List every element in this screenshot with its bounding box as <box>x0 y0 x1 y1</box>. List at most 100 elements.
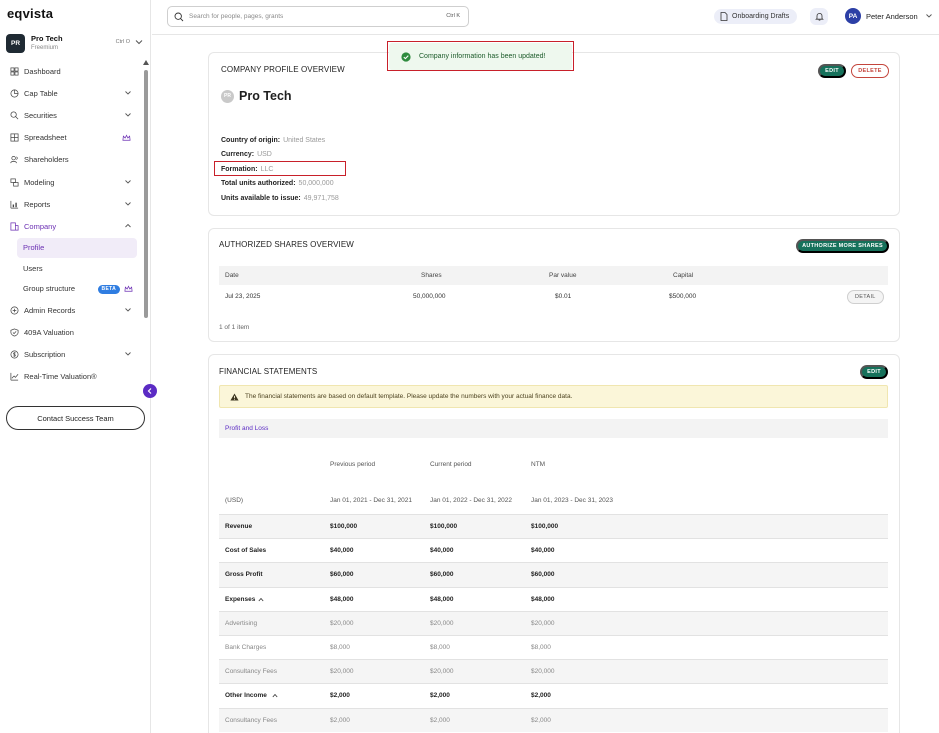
card-title: COMPANY PROFILE OVERVIEW <box>221 65 345 74</box>
chevron-down-icon <box>125 352 131 357</box>
shares-table-header: Date Shares Par value Capital <box>219 266 888 285</box>
org-switcher[interactable]: PR Pro Tech Freemium Ctrl O <box>6 32 146 54</box>
sidebar-item-label: Shareholders <box>24 155 69 165</box>
org-plan: Freemium <box>31 44 59 51</box>
sidebar-subitem-users[interactable]: Users <box>17 258 137 279</box>
row-value: $100,000 <box>531 523 559 530</box>
row-label: Consultancy Fees <box>225 668 278 676</box>
crown-icon <box>122 134 131 141</box>
reports-icon <box>10 200 19 209</box>
search-input[interactable] <box>189 13 429 20</box>
shield-check-icon <box>10 328 19 337</box>
row-value: $60,000 <box>531 571 555 579</box>
sidebar-item-securities[interactable]: Securities <box>0 104 140 126</box>
admin-icon <box>10 306 19 315</box>
field-currency: Currency: USD <box>221 151 272 158</box>
scroll-up-arrow[interactable] <box>143 60 149 65</box>
sidebar-item-spreadsheet[interactable]: Spreadsheet <box>0 127 140 149</box>
financial-statements-card: FINANCIAL STATEMENTS EDIT The financial … <box>208 354 900 733</box>
sidebar-item-cap-table[interactable]: Cap Table <box>0 82 140 104</box>
org-name: Pro Tech <box>31 34 63 44</box>
search-icon <box>174 12 184 21</box>
sidebar-subitem-label: Group structure <box>23 284 76 294</box>
sidebar-item-409a-valuation[interactable]: 409A Valuation <box>0 321 140 343</box>
row-value: $100,000 <box>430 523 458 530</box>
row-value: $8,000 <box>330 644 350 651</box>
edit-profile-button[interactable]: EDIT <box>818 64 846 78</box>
row-value: $40,000 <box>330 547 354 555</box>
sidebar-item-dashboard[interactable]: Dashboard <box>0 60 140 82</box>
user-name: Peter Anderson <box>866 11 918 21</box>
edit-financials-button[interactable]: EDIT <box>860 365 888 379</box>
notifications-button[interactable] <box>810 8 828 25</box>
sidebar-subitem-label: Profile <box>23 243 45 253</box>
chevron-down-icon <box>125 308 131 312</box>
chevron-up-icon[interactable] <box>258 597 264 602</box>
sidebar-subitem-profile[interactable]: Profile <box>17 237 137 258</box>
row-value: $100,000 <box>330 523 358 530</box>
contact-success-team-button[interactable]: Contact Success Team <box>6 406 145 430</box>
sidebar-subitem-group-structure[interactable]: Group structure BETA <box>17 279 137 300</box>
row-value: $20,000 <box>531 619 555 627</box>
tab-profit-and-loss[interactable]: Profit and Loss <box>219 419 888 438</box>
top-bar: Ctrl K Onboarding Drafts PA Peter Anders… <box>152 0 939 35</box>
chevron-down-icon <box>125 91 131 95</box>
chevron-down-icon <box>135 40 143 45</box>
sidebar-item-shareholders[interactable]: Shareholders <box>0 149 140 171</box>
authorize-more-shares-button[interactable]: AUTHORIZE MORE SHARES <box>796 239 889 253</box>
chevron-down-icon <box>125 180 131 184</box>
org-text: Pro Tech Freemium <box>31 35 63 51</box>
row-value: $2,000 <box>330 692 350 700</box>
row-label: Cost of Sales <box>225 547 267 555</box>
row-value: $20,000 <box>330 668 354 676</box>
delete-profile-button[interactable]: DELETE <box>851 64 889 78</box>
company-profile-card: COMPANY PROFILE OVERVIEW EDIT DELETE PR … <box>208 52 900 216</box>
row-value: $60,000 <box>330 571 354 579</box>
period-header: NTM <box>531 461 546 468</box>
sidebar-item-label: Securities <box>24 110 57 120</box>
column-header: Date <box>225 272 239 279</box>
field-value: 50,000,000 <box>298 180 334 187</box>
cell-par: $0.01 <box>555 293 572 300</box>
logo[interactable]: eqvista <box>7 6 53 21</box>
row-value: $2,000 <box>531 716 551 724</box>
card-title: FINANCIAL STATEMENTS <box>219 367 318 376</box>
sidebar-item-label: Admin Records <box>24 305 76 315</box>
chevron-left-icon <box>147 388 152 394</box>
detail-button[interactable]: DETAIL <box>847 290 884 304</box>
company-icon <box>10 222 19 231</box>
table-row[interactable]: Expenses $48,000 $48,000 $48,000 <box>219 586 888 611</box>
sidebar-item-modeling[interactable]: Modeling <box>0 171 140 193</box>
field-units-available: Units available to issue: 49,971,758 <box>221 195 339 202</box>
sidebar-item-subscription[interactable]: Subscription <box>0 343 140 365</box>
row-value: $2,000 <box>430 692 450 700</box>
formation-highlight <box>214 161 346 176</box>
template-warning: The financial statements are based on de… <box>219 385 888 408</box>
beta-badge: BETA <box>97 284 120 294</box>
field-key: Currency: <box>221 151 255 158</box>
sidebar-nav: Dashboard Cap Table Securities Spreadshe… <box>0 60 140 388</box>
sidebar-item-admin-records[interactable]: Admin Records <box>0 299 140 321</box>
authorized-shares-card: AUTHORIZED SHARES OVERVIEW AUTHORIZE MOR… <box>208 228 900 342</box>
avatar: PA <box>845 8 861 24</box>
sidebar-item-label: 409A Valuation <box>24 327 74 337</box>
onboarding-drafts-button[interactable]: Onboarding Drafts <box>714 9 798 24</box>
sidebar-item-real-time-valuation[interactable]: Real-Time Valuation® <box>0 366 140 388</box>
search-box[interactable]: Ctrl K <box>167 6 469 27</box>
modeling-icon <box>10 178 19 186</box>
table-row[interactable]: Other Income $2,000 $2,000 $2,000 <box>219 683 888 707</box>
sidebar-item-reports[interactable]: Reports <box>0 193 140 215</box>
sidebar-item-company[interactable]: Company <box>0 215 140 237</box>
row-value: $60,000 <box>430 571 454 579</box>
user-menu[interactable]: PA Peter Anderson <box>845 8 934 24</box>
collapse-sidebar-button[interactable] <box>143 384 157 398</box>
sidebar-scrollbar[interactable] <box>144 70 148 318</box>
bell-icon <box>814 13 824 21</box>
row-value: $20,000 <box>531 668 555 676</box>
row-label: Bank Charges <box>225 644 267 651</box>
sidebar-item-label: Spreadsheet <box>24 133 67 143</box>
search-shortcut: Ctrl K <box>446 13 460 19</box>
trend-icon <box>10 373 19 381</box>
table-row: Consultancy Fees $20,000 $20,000 $20,000 <box>219 659 888 684</box>
chevron-up-icon[interactable] <box>272 693 278 698</box>
